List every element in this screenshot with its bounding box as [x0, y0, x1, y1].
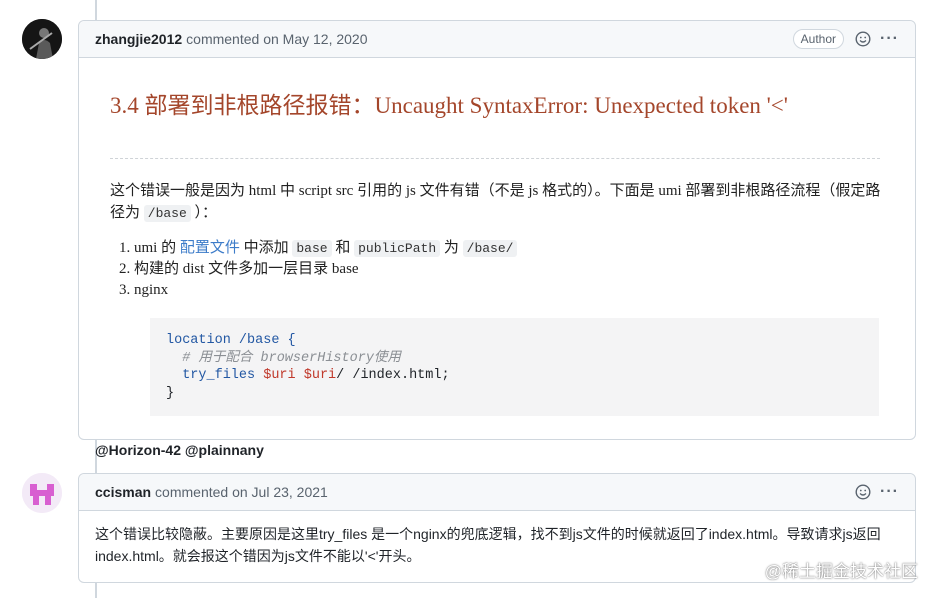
divider [110, 158, 880, 159]
comment-timestamp[interactable]: commented on Jul 23, 2021 [155, 484, 328, 500]
comment-header: zhangjie2012 commented on May 12, 2020 A… [79, 21, 915, 58]
comment-timestamp[interactable]: commented on May 12, 2020 [186, 31, 367, 47]
comment-card: zhangjie2012 commented on May 12, 2020 A… [78, 20, 916, 458]
author-badge: Author [792, 29, 845, 49]
mentions[interactable]: @Horizon-42 @plainnany [95, 442, 264, 458]
code-line: location /base { [166, 333, 296, 348]
code-line: try_files $uri $uri/ /index.html; [166, 368, 450, 383]
code-comment-line: # 用于配合 browserHistory使用 [166, 350, 401, 366]
kebab-icon[interactable]: ··· [880, 483, 899, 501]
config-link[interactable]: 配置文件 [180, 240, 240, 256]
inline-code: base [292, 240, 332, 257]
steps-list: umi 的 配置文件 中添加 base 和 publicPath 为 /base… [110, 238, 518, 301]
comment-author[interactable]: ccisman [95, 484, 151, 500]
inline-code: /base/ [462, 240, 518, 257]
avatar[interactable] [22, 19, 62, 59]
avatar[interactable] [22, 473, 62, 513]
code-line: } [166, 385, 175, 401]
smiley-icon[interactable] [854, 483, 872, 501]
inline-code: /base [143, 205, 191, 222]
paragraph: 这个错误一般是因为 html 中 script src 引用的 js 文件有错（… [110, 183, 881, 222]
section-heading: 3.4 部署到非根路径报错：Uncaught SyntaxError: Unex… [110, 93, 788, 118]
list-item: 构建的 dist 文件多加一层目录 base [134, 259, 517, 280]
comment-author[interactable]: zhangjie2012 [95, 31, 182, 47]
list-item: nginx [134, 280, 517, 301]
inline-code: publicPath [354, 240, 441, 257]
code-block[interactable]: location /base { # 用于配合 browserHistory使用… [150, 318, 879, 416]
kebab-icon[interactable]: ··· [880, 30, 899, 48]
smiley-icon[interactable] [854, 30, 872, 48]
comment-header: ccisman commented on Jul 23, 2021 ··· [79, 474, 915, 511]
list-item: umi 的 配置文件 中添加 base 和 publicPath 为 /base… [134, 238, 518, 259]
watermark: @稀土掘金技术社区 [764, 562, 918, 581]
